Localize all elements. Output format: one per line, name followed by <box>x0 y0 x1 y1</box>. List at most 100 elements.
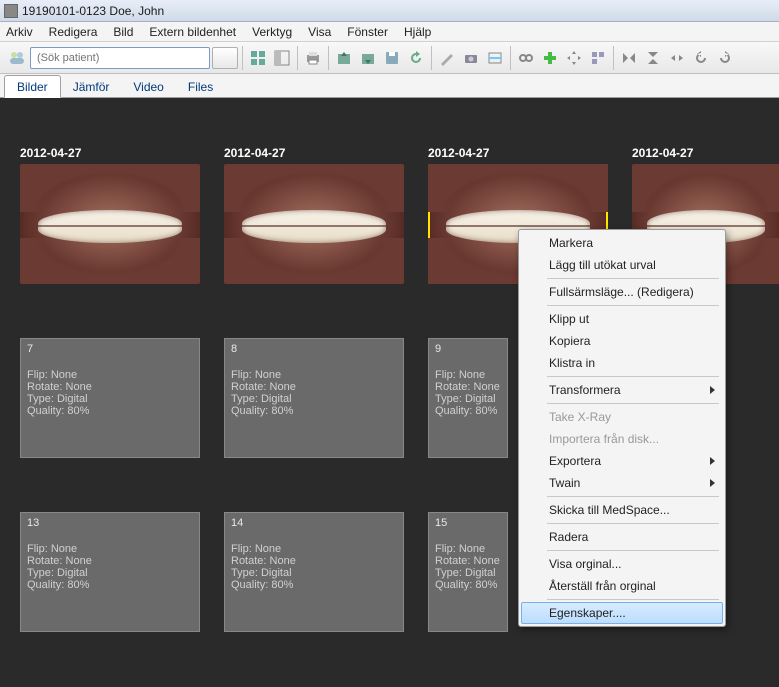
menu-visa[interactable]: Visa <box>308 25 331 39</box>
ctx-label: Twain <box>549 476 580 490</box>
ctx-sep <box>547 305 719 306</box>
menu-hjalp[interactable]: Hjälp <box>404 25 431 39</box>
meta-rotate: Rotate: None <box>231 381 397 393</box>
tab-jamfor[interactable]: Jämför <box>61 76 122 97</box>
meta-quality: Quality: 80% <box>27 405 193 417</box>
flip-h-icon[interactable] <box>618 47 640 69</box>
tab-bilder[interactable]: Bilder <box>4 75 61 98</box>
print-icon[interactable] <box>302 47 324 69</box>
toolbar-sep <box>328 46 329 70</box>
menu-fonster[interactable]: Fönster <box>347 25 388 39</box>
ctx-twain[interactable]: Twain <box>521 472 723 494</box>
ctx-sep <box>547 550 719 551</box>
ctx-klipp-ut[interactable]: Klipp ut <box>521 308 723 330</box>
meta-card[interactable]: 14 Flip: None Rotate: None Type: Digital… <box>224 512 404 632</box>
ctx-klistra-in[interactable]: Klistra in <box>521 352 723 374</box>
ctx-sep <box>547 599 719 600</box>
ctx-transformera[interactable]: Transformera <box>521 379 723 401</box>
ctx-egenskaper[interactable]: Egenskaper.... <box>521 602 723 624</box>
meta-num: 15 <box>435 517 501 529</box>
ctx-aterstall[interactable]: Återställ från orginal <box>521 575 723 597</box>
ctx-lagg-till[interactable]: Lägg till utökat urval <box>521 254 723 276</box>
meta-quality: Quality: 80% <box>435 405 501 417</box>
toolbar-sep <box>242 46 243 70</box>
flip-v-icon[interactable] <box>642 47 664 69</box>
toolbar-sep <box>431 46 432 70</box>
align-icon[interactable] <box>587 47 609 69</box>
meta-quality: Quality: 80% <box>231 405 397 417</box>
context-menu: Markera Lägg till utökat urval Fullsärms… <box>518 229 726 627</box>
meta-type: Type: Digital <box>27 393 193 405</box>
ctx-label: Transformera <box>549 383 621 397</box>
meta-type: Type: Digital <box>231 393 397 405</box>
ctx-sep <box>547 403 719 404</box>
menubar: Arkiv Redigera Bild Extern bildenhet Ver… <box>0 22 779 42</box>
meta-card[interactable]: 13 Flip: None Rotate: None Type: Digital… <box>20 512 200 632</box>
meta-quality: Quality: 80% <box>27 579 193 591</box>
thumbnail[interactable]: 2012-04-27 <box>224 146 404 284</box>
meta-card[interactable]: 15 Flip: None Rotate: None Type: Digital… <box>428 512 508 632</box>
ctx-skicka[interactable]: Skicka till MedSpace... <box>521 499 723 521</box>
import-icon[interactable] <box>333 47 355 69</box>
thumb-image[interactable] <box>20 164 200 284</box>
disk-icon[interactable] <box>381 47 403 69</box>
thumb-image[interactable] <box>224 164 404 284</box>
ctx-kopiera[interactable]: Kopiera <box>521 330 723 352</box>
scan-icon[interactable] <box>484 47 506 69</box>
search-dropdown[interactable] <box>212 47 238 69</box>
layout-icon[interactable] <box>271 47 293 69</box>
ctx-sep <box>547 278 719 279</box>
export-icon[interactable] <box>357 47 379 69</box>
menu-redigera[interactable]: Redigera <box>49 25 98 39</box>
meta-rotate: Rotate: None <box>435 555 501 567</box>
toolbar-sep <box>510 46 511 70</box>
wand-icon[interactable] <box>436 47 458 69</box>
users-icon[interactable] <box>6 47 28 69</box>
ctx-take-xray: Take X-Ray <box>521 406 723 428</box>
toolbar-sep <box>297 46 298 70</box>
grid-icon[interactable] <box>247 47 269 69</box>
ctx-radera[interactable]: Radera <box>521 526 723 548</box>
tab-files[interactable]: Files <box>176 76 225 97</box>
ctx-exportera[interactable]: Exportera <box>521 450 723 472</box>
refresh-icon[interactable] <box>405 47 427 69</box>
menu-verktyg[interactable]: Verktyg <box>252 25 292 39</box>
ctx-visa-orginal[interactable]: Visa orginal... <box>521 553 723 575</box>
meta-rotate: Rotate: None <box>27 555 193 567</box>
search-input[interactable] <box>30 47 210 69</box>
move-icon[interactable] <box>563 47 585 69</box>
ctx-label: Exportera <box>549 454 601 468</box>
meta-rotate: Rotate: None <box>435 381 501 393</box>
thumb-date: 2012-04-27 <box>224 146 404 160</box>
resize-icon[interactable] <box>666 47 688 69</box>
meta-quality: Quality: 80% <box>231 579 397 591</box>
meta-num: 8 <box>231 343 397 355</box>
meta-flip: Flip: None <box>27 369 193 381</box>
content-area: 2012-04-27 2012-04-27 2012-04-27 2012-04… <box>0 98 779 687</box>
toolbar-sep <box>613 46 614 70</box>
rotate-r-icon[interactable] <box>714 47 736 69</box>
meta-quality: Quality: 80% <box>435 579 501 591</box>
thumb-date: 2012-04-27 <box>428 146 608 160</box>
thumb-date: 2012-04-27 <box>20 146 200 160</box>
meta-type: Type: Digital <box>27 567 193 579</box>
ctx-markera[interactable]: Markera <box>521 232 723 254</box>
meta-card[interactable]: 7 Flip: None Rotate: None Type: Digital … <box>20 338 200 458</box>
meta-flip: Flip: None <box>231 543 397 555</box>
ctx-sep <box>547 376 719 377</box>
titlebar: 19190101-0123 Doe, John <box>0 0 779 22</box>
ctx-fullsarmslage[interactable]: Fullsärmsläge... (Redigera) <box>521 281 723 303</box>
add-icon[interactable] <box>539 47 561 69</box>
menu-extern[interactable]: Extern bildenhet <box>149 25 236 39</box>
rotate-l-icon[interactable] <box>690 47 712 69</box>
thumbnail[interactable]: 2012-04-27 <box>20 146 200 284</box>
tab-video[interactable]: Video <box>121 76 175 97</box>
link-icon[interactable] <box>515 47 537 69</box>
menu-bild[interactable]: Bild <box>113 25 133 39</box>
meta-card[interactable]: 8 Flip: None Rotate: None Type: Digital … <box>224 338 404 458</box>
menu-arkiv[interactable]: Arkiv <box>6 25 33 39</box>
meta-type: Type: Digital <box>231 567 397 579</box>
camera-icon[interactable] <box>460 47 482 69</box>
meta-type: Type: Digital <box>435 393 501 405</box>
meta-card[interactable]: 9 Flip: None Rotate: None Type: Digital … <box>428 338 508 458</box>
